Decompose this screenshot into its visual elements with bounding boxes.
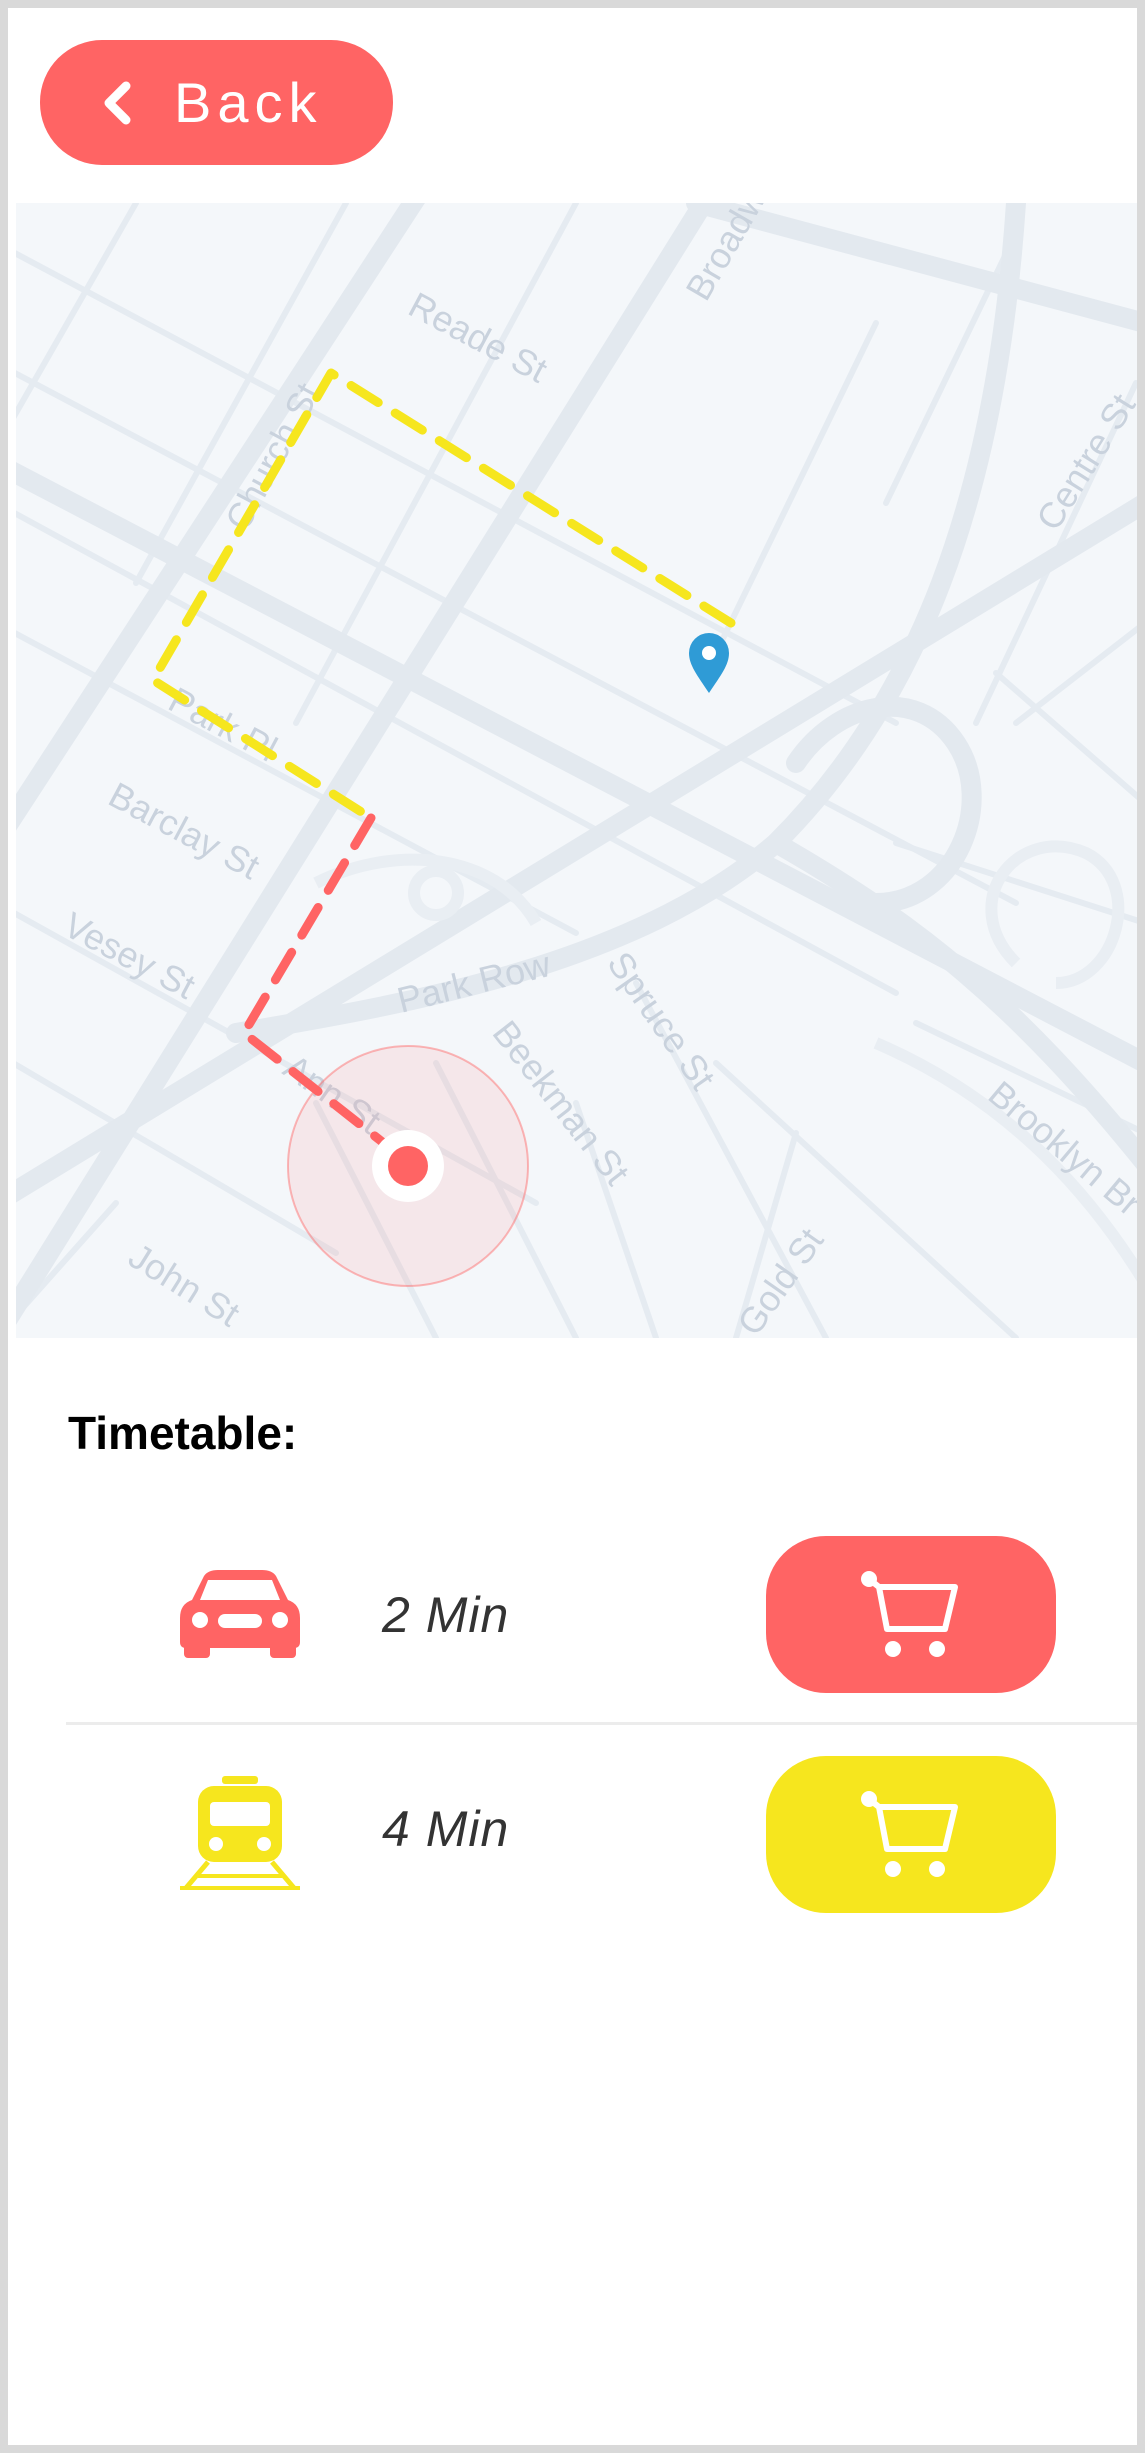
street-label: Barclay St	[102, 774, 266, 887]
street-label: Spruce St	[599, 944, 723, 1097]
cart-icon	[861, 1790, 958, 1877]
back-button-label: Back	[174, 71, 323, 134]
street-label: John St	[122, 1235, 247, 1334]
street-label: Vesey St	[57, 904, 202, 1007]
cart-icon	[861, 1570, 958, 1657]
timetable-row-car: 2 Min	[8, 1528, 1137, 1718]
row-divider	[66, 1722, 1137, 1725]
arrival-time: 4 Min	[382, 1801, 510, 1857]
train-icon	[180, 1776, 300, 1890]
route-map[interactable]: Reade St Broadway Church St Centre St Pa…	[16, 203, 1137, 1338]
timetable-row-train: 4 Min	[8, 1748, 1137, 1938]
street-label: Reade St	[402, 284, 554, 391]
buy-ticket-button-car[interactable]	[766, 1536, 1056, 1693]
buy-ticket-button-train[interactable]	[766, 1756, 1056, 1913]
chevron-left-icon	[104, 81, 131, 124]
timetable-title: Timetable:	[68, 1407, 298, 1459]
map-pin-icon[interactable]	[689, 633, 729, 693]
current-location-icon[interactable]	[287, 1045, 529, 1287]
app-screen: Back Reade St Broadway Church St Centre …	[0, 0, 1145, 2453]
back-button[interactable]: Back	[40, 40, 393, 165]
car-icon	[180, 1570, 300, 1658]
arrival-time: 2 Min	[382, 1587, 510, 1643]
